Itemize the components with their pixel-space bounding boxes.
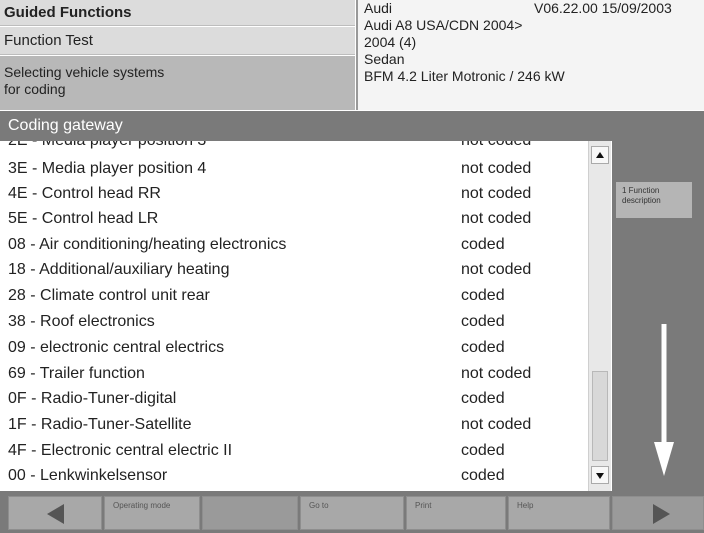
coding-status: not coded [461, 185, 532, 202]
help-button[interactable]: Help [508, 496, 610, 530]
system-name: 0F - Radio-Tuner-digital [8, 390, 177, 407]
make-version-line: Audi V06.22.00 15/09/2003 [364, 0, 704, 17]
system-name: 08 - Air conditioning/heating electronic… [8, 236, 287, 253]
system-name: 2E - Media player position 3 [8, 141, 206, 153]
coding-status: coded [461, 236, 505, 253]
coding-status: not coded [461, 261, 532, 278]
bottom-toolbar: Operating mode Go to Print Help [0, 491, 704, 533]
coding-status: coded [461, 339, 505, 356]
system-name: 1F - Radio-Tuner-Satellite [8, 416, 192, 433]
down-arrow-icon [654, 324, 674, 476]
scroll-up-button[interactable] [591, 146, 609, 164]
goto-button[interactable]: Go to [300, 496, 404, 530]
scroll-down-button[interactable] [591, 466, 609, 484]
section-title: Coding gateway [0, 111, 704, 141]
system-name: 4F - Electronic central electric II [8, 442, 233, 459]
list-item[interactable]: 5E - Control head LR not coded [0, 206, 590, 231]
list-item[interactable]: 4F - Electronic central electric II coded [0, 438, 590, 463]
next-button[interactable] [612, 496, 704, 530]
coding-status: not coded [461, 416, 532, 433]
system-list: 2E - Media player position 3 not coded 3… [0, 141, 612, 491]
system-name: 00 - Lenkwinkelsensor [8, 467, 168, 484]
coding-status: coded [461, 467, 505, 484]
vehicle-info: Audi V06.22.00 15/09/2003 Audi A8 USA/CD… [356, 0, 704, 110]
list-item[interactable]: 4E - Control head RR not coded [0, 181, 590, 206]
vehicle-year: 2004 (4) [364, 34, 417, 50]
system-name: 69 - Trailer function [8, 365, 145, 382]
system-name: 38 - Roof electronics [8, 313, 155, 330]
list-item[interactable]: 2E - Media player position 3 not coded [0, 141, 590, 153]
list-scrollbar[interactable] [588, 141, 611, 491]
list-item[interactable]: 0F - Radio-Tuner-digital coded [0, 386, 590, 411]
coding-status: coded [461, 390, 505, 407]
coding-status: coded [461, 287, 505, 304]
system-name: 5E - Control head LR [8, 210, 159, 227]
system-name: 3E - Media player position 4 [8, 160, 207, 177]
diagnostic-screen: Guided Functions Function Test Selecting… [0, 0, 704, 533]
guided-functions-title: Guided Functions [0, 0, 355, 26]
coding-status: not coded [461, 210, 532, 227]
system-name: 28 - Climate control unit rear [8, 287, 210, 304]
print-button[interactable]: Print [406, 496, 506, 530]
vehicle-engine: BFM 4.2 Liter Motronic / 246 kW [364, 68, 565, 84]
list-item[interactable]: 1F - Radio-Tuner-Satellite not coded [0, 412, 590, 437]
list-item[interactable]: 00 - Lenkwinkelsensor coded [0, 463, 590, 488]
coding-status: not coded [461, 160, 532, 177]
blank-button[interactable] [202, 496, 298, 530]
coding-status: coded [461, 442, 505, 459]
software-version: V06.22.00 15/09/2003 [534, 0, 672, 16]
system-name: 18 - Additional/auxiliary heating [8, 261, 230, 278]
coding-status: not coded [461, 141, 531, 153]
current-step: Selecting vehicle systems for coding [0, 56, 355, 110]
back-button[interactable] [8, 496, 102, 530]
operating-mode-button[interactable]: Operating mode [104, 496, 200, 530]
vehicle-body: Sedan [364, 51, 405, 67]
coding-status: not coded [461, 365, 532, 382]
list-item[interactable]: 69 - Trailer function not coded [0, 361, 590, 386]
scroll-thumb[interactable] [592, 371, 608, 461]
system-name: 4E - Control head RR [8, 185, 161, 202]
list-item[interactable]: 09 - electronic central electrics coded [0, 335, 590, 360]
system-name: 09 - electronic central electrics [8, 339, 225, 356]
step-line-2: for coding [4, 81, 66, 97]
function-test-label: Function Test [0, 27, 355, 55]
vehicle-model: Audi A8 USA/CDN 2004> [364, 17, 523, 33]
list-item[interactable]: 08 - Air conditioning/heating electronic… [0, 232, 590, 257]
function-description-button[interactable]: 1 Function description [616, 182, 692, 218]
vehicle-make: Audi [364, 0, 393, 16]
coding-status: coded [461, 313, 505, 330]
list-item[interactable]: 3E - Media player position 4 not coded [0, 156, 590, 181]
list-item[interactable]: 38 - Roof electronics coded [0, 309, 590, 334]
list-item[interactable]: 28 - Climate control unit rear coded [0, 283, 590, 308]
step-line-1: Selecting vehicle systems [4, 64, 165, 80]
list-item[interactable]: 18 - Additional/auxiliary heating not cod… [0, 257, 590, 282]
